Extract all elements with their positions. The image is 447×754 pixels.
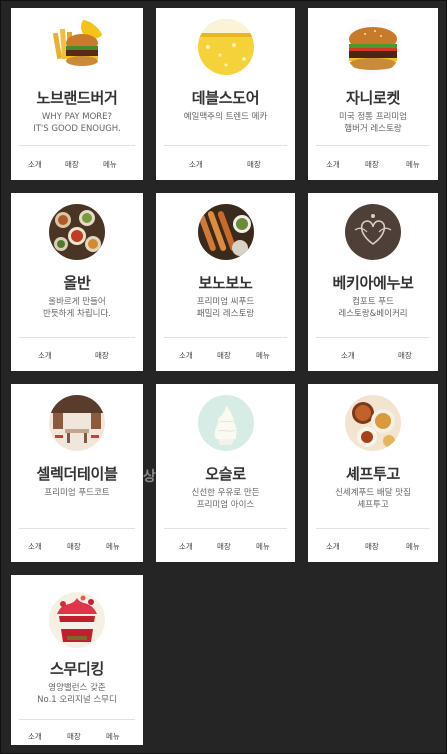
brand-title: 스무디킹 <box>49 660 104 678</box>
brand-description: 미국 정통 프리미엄 햄버거 레스토랑 <box>339 112 407 134</box>
intro-link[interactable]: 소개 <box>28 731 42 742</box>
store-link[interactable]: 매장 <box>398 350 412 361</box>
store-link[interactable]: 매장 <box>65 159 79 170</box>
brand-title: 보노보노 <box>198 274 253 292</box>
menu-link[interactable]: 메뉴 <box>256 541 270 552</box>
store-link[interactable]: 매장 <box>67 731 81 742</box>
divider <box>316 145 430 146</box>
intro-link[interactable]: 소개 <box>326 541 340 552</box>
burger-fries-photo-icon <box>49 19 105 75</box>
brand-title: 노브랜드버거 <box>36 89 118 107</box>
intro-link[interactable]: 소개 <box>326 159 340 170</box>
brand-description: 영양밸런스 갖춘 No.1 오리지널 스무디 <box>37 683 117 705</box>
store-link[interactable]: 매장 <box>365 541 379 552</box>
brand-card[interactable]: 올반 올바르게 만들어 반듯하게 차립니다. 소개 매장 <box>11 193 143 371</box>
divider <box>19 337 135 338</box>
soft-serve-photo-icon <box>197 395 254 451</box>
brand-title: 자니로켓 <box>345 89 400 107</box>
brand-card[interactable]: 셀렉더테이블 프리미엄 푸드코트 소개 매장 메뉴 <box>11 384 143 562</box>
intro-link[interactable]: 소개 <box>179 541 193 552</box>
brand-card[interactable]: 데블스도어 예일맥주의 트렌드 메카 소개 매장 <box>156 8 295 180</box>
store-link[interactable]: 매장 <box>365 159 379 170</box>
overflow-text: 상을 <box>143 469 156 485</box>
brand-card[interactable]: 보노보노 프리미엄 씨푸드 패밀리 레스토랑 소개 매장 메뉴 <box>156 193 295 371</box>
brand-title: 셰프투고 <box>345 465 400 483</box>
brand-title: 데블스도어 <box>191 89 260 107</box>
food-court-photo-icon <box>49 395 105 451</box>
brand-card[interactable]: 자니로켓 미국 정통 프리미엄 햄버거 레스토랑 소개 매장 메뉴 <box>308 8 438 180</box>
beer-photo-icon <box>197 19 254 75</box>
store-link[interactable]: 매장 <box>247 159 261 170</box>
divider <box>164 337 287 338</box>
korean-table-photo-icon <box>49 204 105 260</box>
brand-card[interactable]: 베키아에누보 컴포트 푸드 레스토랑&베이커리 소개 매장 <box>308 193 438 371</box>
divider <box>316 528 430 529</box>
chef-dishes-photo-icon <box>345 395 401 451</box>
brand-title: 셀렉더테이블 <box>36 465 118 483</box>
divider <box>316 337 430 338</box>
intro-link[interactable]: 소개 <box>189 159 203 170</box>
menu-link[interactable]: 메뉴 <box>256 350 270 361</box>
brand-description: 신선한 우유로 만든 프리미엄 아이스 <box>191 488 260 510</box>
brand-description: 프리미엄 씨푸드 패밀리 레스토랑 <box>196 297 255 319</box>
brand-card[interactable]: 노브랜드버거 WHY PAY MORE? IT'S GOOD ENOUGH. 소… <box>11 8 143 180</box>
emblem-logo-icon <box>345 204 401 260</box>
brand-card[interactable]: 스무디킹 영양밸런스 갖춘 No.1 오리지널 스무디 소개 매장 메뉴 <box>11 575 143 745</box>
divider <box>164 145 287 146</box>
brand-description: WHY PAY MORE? IT'S GOOD ENOUGH. <box>33 112 121 134</box>
brand-card[interactable]: 셰프투고 신세계푸드 배달 맛집 셰프투고 소개 매장 메뉴 <box>308 384 438 562</box>
divider <box>19 145 135 146</box>
store-link[interactable]: 매장 <box>217 350 231 361</box>
smoothie-photo-icon <box>49 592 105 648</box>
menu-link[interactable]: 메뉴 <box>103 159 117 170</box>
intro-link[interactable]: 소개 <box>38 350 52 361</box>
store-link[interactable]: 매장 <box>67 541 81 552</box>
burger-photo-icon <box>345 19 401 75</box>
brand-description: 컴포트 푸드 레스토랑&베이커리 <box>338 297 408 319</box>
intro-link[interactable]: 소개 <box>28 159 42 170</box>
brand-description: 신세계푸드 배달 맛집 셰프투고 <box>335 488 411 510</box>
brand-title: 오슬로 <box>205 465 246 483</box>
divider <box>164 528 287 529</box>
brand-title: 올반 <box>63 274 91 292</box>
menu-link[interactable]: 메뉴 <box>106 731 120 742</box>
menu-link[interactable]: 메뉴 <box>406 541 420 552</box>
intro-link[interactable]: 소개 <box>341 350 355 361</box>
brand-card[interactable]: 오슬로 신선한 우유로 만든 프리미엄 아이스 소개 매장 메뉴 <box>156 384 295 562</box>
intro-link[interactable]: 소개 <box>28 541 42 552</box>
seafood-skewer-photo-icon <box>197 204 254 260</box>
brand-description: 올바르게 만들어 반듯하게 차립니다. <box>43 297 111 319</box>
store-link[interactable]: 매장 <box>217 541 231 552</box>
menu-link[interactable]: 메뉴 <box>106 541 120 552</box>
store-link[interactable]: 매장 <box>95 350 109 361</box>
brand-description: 예일맥주의 트렌드 메카 <box>183 112 268 122</box>
intro-link[interactable]: 소개 <box>179 350 193 361</box>
menu-link[interactable]: 메뉴 <box>406 159 420 170</box>
divider <box>19 528 135 529</box>
brand-title: 베키아에누보 <box>332 274 414 292</box>
divider <box>19 719 135 720</box>
brand-description: 프리미엄 푸드코트 <box>44 488 110 498</box>
